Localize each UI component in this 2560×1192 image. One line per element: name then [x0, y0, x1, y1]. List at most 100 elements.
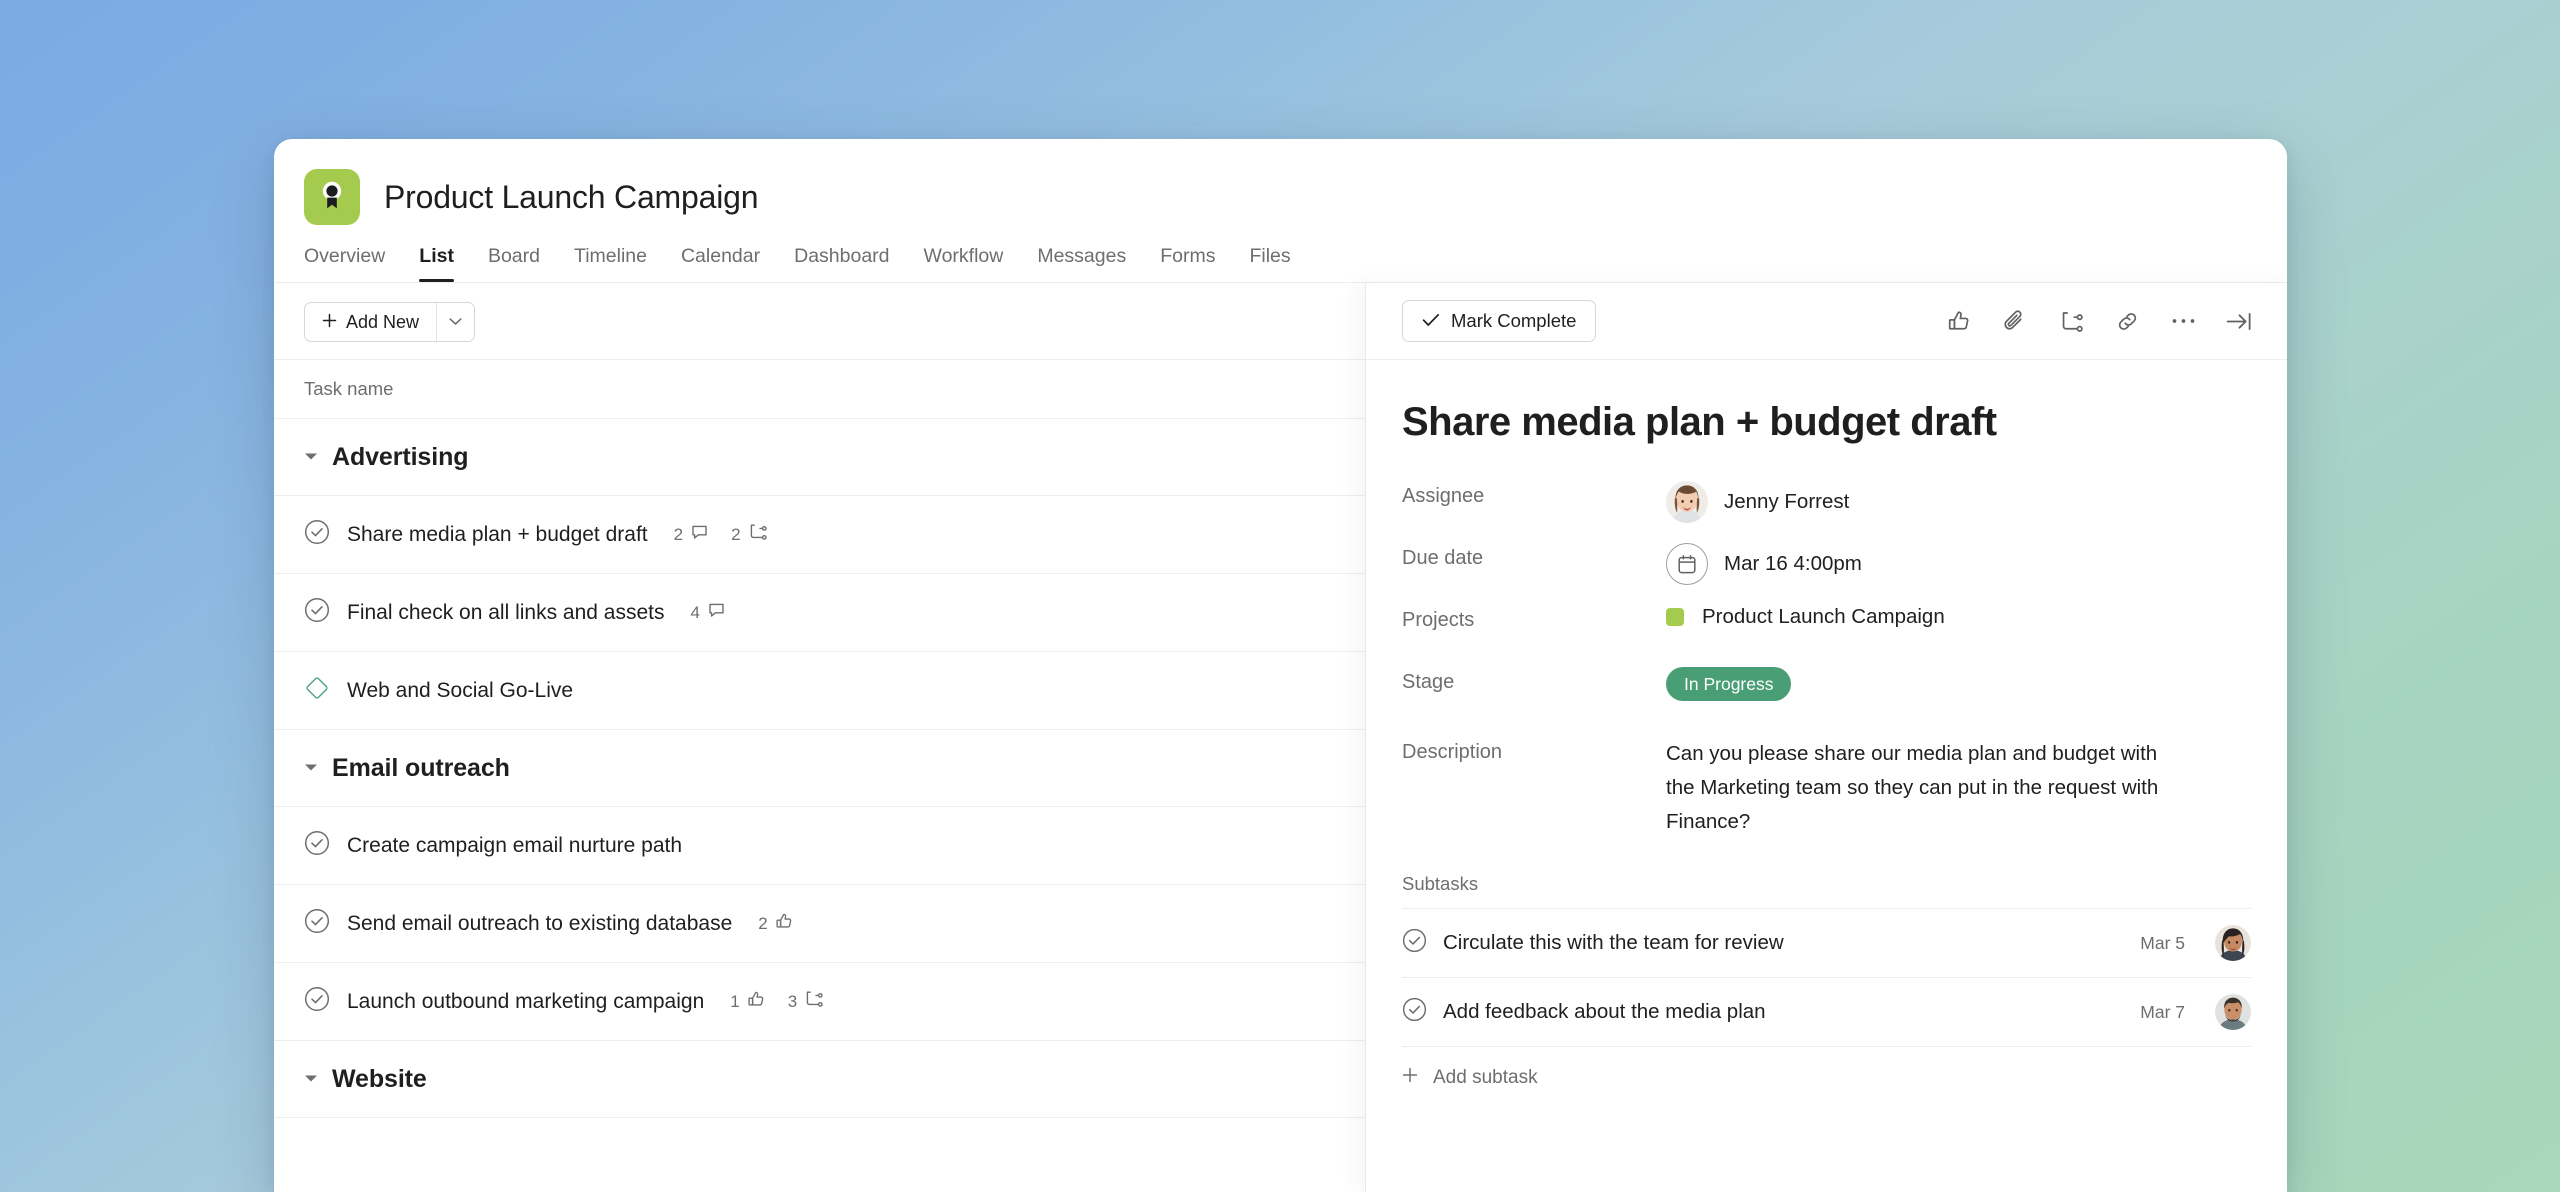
subtasks-label: Subtasks [1402, 873, 1479, 894]
chevron-down-icon [449, 313, 462, 331]
list-item[interactable]: Add feedback about the media plan Mar 7 [1402, 977, 2251, 1046]
table-row[interactable]: Web and Social Go-Live [274, 652, 1365, 730]
tab-timeline[interactable]: Timeline [557, 245, 664, 282]
section-header-advertising[interactable]: Advertising [274, 419, 1365, 496]
section-title: Website [332, 1064, 427, 1093]
task-list-pane: Add New Task name Advertising Share medi… [274, 283, 1365, 1192]
thumbs-up-icon [747, 990, 766, 1014]
field-value-assignee[interactable]: Jenny Forrest [1666, 481, 1849, 523]
like-count: 1 [730, 991, 740, 1011]
thumbs-up-icon[interactable] [1944, 306, 1974, 336]
task-name: Final check on all links and assets [347, 600, 665, 624]
calendar-icon [1666, 543, 1708, 585]
check-circle-icon[interactable] [304, 597, 330, 628]
field-label-due-date: Due date [1402, 547, 1484, 569]
subtask-icon [748, 523, 768, 546]
tab-overview[interactable]: Overview [304, 245, 402, 282]
table-row[interactable]: Launch outbound marketing campaign 1 3 [274, 963, 1365, 1041]
tab-messages[interactable]: Messages [1020, 245, 1143, 282]
task-name: Share media plan + budget draft [347, 522, 648, 546]
like-badge: 2 [758, 912, 793, 936]
link-icon[interactable] [2112, 306, 2142, 336]
paperclip-icon[interactable] [2000, 306, 2030, 336]
field-assignee: Assignee Jenny Forrest [1402, 481, 2251, 543]
check-circle-icon[interactable] [1402, 928, 1427, 958]
check-circle-icon[interactable] [304, 519, 330, 550]
field-value-projects[interactable]: Product Launch Campaign [1666, 605, 1945, 629]
due-date-value: Mar 16 4:00pm [1724, 552, 1862, 575]
section-title: Advertising [332, 442, 469, 471]
app-body: Add New Task name Advertising Share medi… [274, 283, 2287, 1192]
add-new-group: Add New [304, 302, 476, 342]
subtask-badge: 2 [731, 523, 767, 546]
column-header-task-name: Task name [304, 378, 394, 399]
table-row[interactable]: Create campaign email nurture path [274, 807, 1365, 885]
task-detail-content: Share media plan + budget draft Assignee [1366, 360, 2287, 1192]
tab-calendar[interactable]: Calendar [664, 245, 777, 282]
check-circle-icon[interactable] [304, 986, 330, 1017]
project-color-swatch [1666, 608, 1684, 626]
project-name: Product Launch Campaign [1702, 605, 1945, 628]
plus-icon [322, 312, 337, 333]
field-description: Description Can you please share our med… [1402, 737, 2251, 839]
subtask-count: 2 [731, 524, 741, 544]
ellipsis-icon[interactable] [2168, 306, 2198, 336]
table-row[interactable]: Final check on all links and assets 4 [274, 574, 1365, 652]
comment-count: 4 [690, 602, 700, 622]
tab-dashboard[interactable]: Dashboard [777, 245, 906, 282]
task-badges: 2 [758, 912, 793, 936]
caret-down-icon [304, 759, 318, 777]
tab-forms[interactable]: Forms [1143, 245, 1232, 282]
task-detail-toolbar: Mark Complete [1366, 283, 2287, 360]
field-value-stage[interactable]: In Progress [1666, 667, 1792, 701]
avatar [1666, 481, 1708, 523]
tab-board[interactable]: Board [471, 245, 557, 282]
subtask-icon[interactable] [2056, 306, 2086, 336]
check-circle-icon[interactable] [1402, 997, 1427, 1027]
caret-down-icon [304, 448, 318, 466]
collapse-panel-icon[interactable] [2224, 306, 2254, 336]
task-detail-title: Share media plan + budget draft [1402, 400, 1997, 444]
milestone-diamond-icon[interactable] [304, 675, 330, 706]
field-due-date: Due date Mar 16 4:00pm [1402, 543, 2251, 605]
list-toolbar: Add New [274, 283, 1365, 359]
task-name: Web and Social Go-Live [347, 678, 574, 702]
subtask-name: Add feedback about the media plan [1443, 1000, 1766, 1023]
description-text[interactable]: Can you please share our media plan and … [1666, 737, 2166, 839]
comment-icon [690, 523, 709, 547]
task-list-column-header: Task name [274, 359, 1365, 419]
avatar [2215, 925, 2251, 961]
field-label-assignee: Assignee [1402, 485, 1485, 507]
check-circle-icon[interactable] [304, 908, 330, 939]
section-header-website[interactable]: Website [274, 1041, 1365, 1118]
tab-workflow[interactable]: Workflow [907, 245, 1021, 282]
task-name: Send email outreach to existing database [347, 911, 733, 935]
field-stage: Stage In Progress [1402, 667, 2251, 729]
caret-down-icon [304, 1070, 318, 1088]
task-name: Create campaign email nurture path [347, 833, 683, 857]
section-header-email-outreach[interactable]: Email outreach [274, 730, 1365, 807]
check-circle-icon[interactable] [304, 830, 330, 861]
add-subtask-button[interactable]: Add subtask [1402, 1046, 2251, 1108]
field-value-due-date[interactable]: Mar 16 4:00pm [1666, 543, 1862, 585]
table-row[interactable]: Send email outreach to existing database… [274, 885, 1365, 963]
tab-files[interactable]: Files [1232, 245, 1307, 282]
plus-icon [1402, 1067, 1418, 1089]
status-badge: In Progress [1666, 667, 1792, 701]
comment-icon [707, 601, 726, 625]
mark-complete-button[interactable]: Mark Complete [1402, 300, 1597, 342]
list-item[interactable]: Circulate this with the team for review … [1402, 908, 2251, 977]
add-new-button[interactable]: Add New [305, 303, 436, 341]
add-new-dropdown-button[interactable] [436, 303, 474, 341]
page-title: Product Launch Campaign [384, 178, 759, 215]
app-window: Product Launch Campaign Overview List Bo… [274, 139, 2287, 1192]
check-icon [1422, 310, 1440, 332]
tab-list[interactable]: List [402, 245, 471, 282]
award-ribbon-icon [318, 180, 346, 215]
task-badges: 2 2 [674, 523, 768, 547]
table-row[interactable]: Share media plan + budget draft 2 2 [274, 496, 1365, 574]
subtask-date: Mar 5 [2140, 932, 2185, 953]
subtasks-section: Subtasks Circulate this with the team fo… [1402, 873, 2251, 1108]
section-title: Email outreach [332, 753, 510, 782]
field-label-description: Description [1402, 741, 1503, 763]
